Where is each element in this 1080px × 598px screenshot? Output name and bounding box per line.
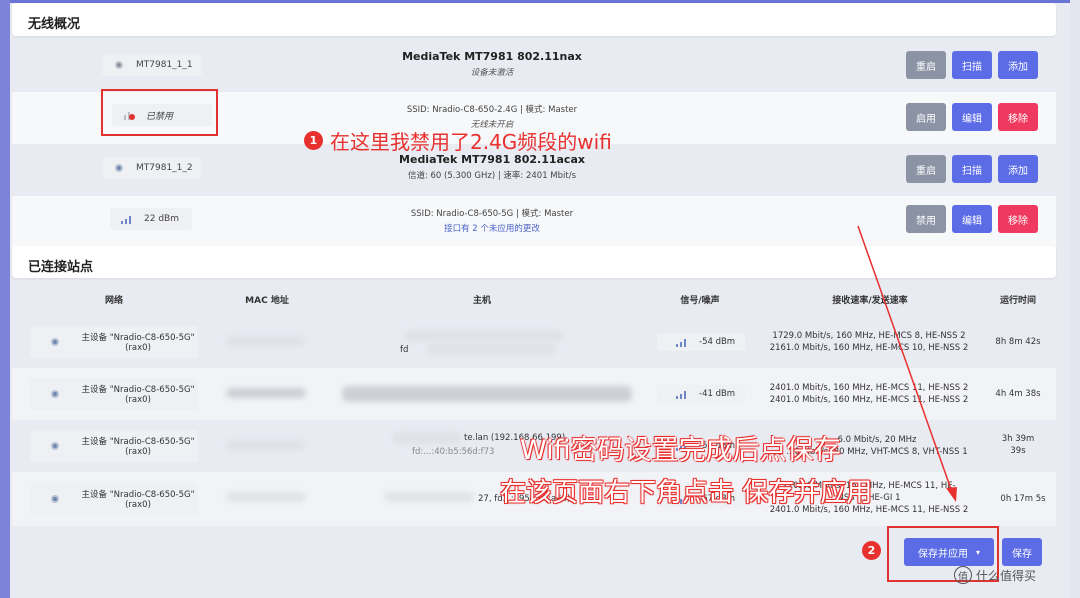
smzdm-logo-icon: 值 [954, 566, 972, 584]
watermark: 值 什么值得买 [954, 566, 1036, 584]
watermark-text: 什么值得买 [976, 568, 1037, 583]
annotation-arrow [857, 225, 957, 502]
